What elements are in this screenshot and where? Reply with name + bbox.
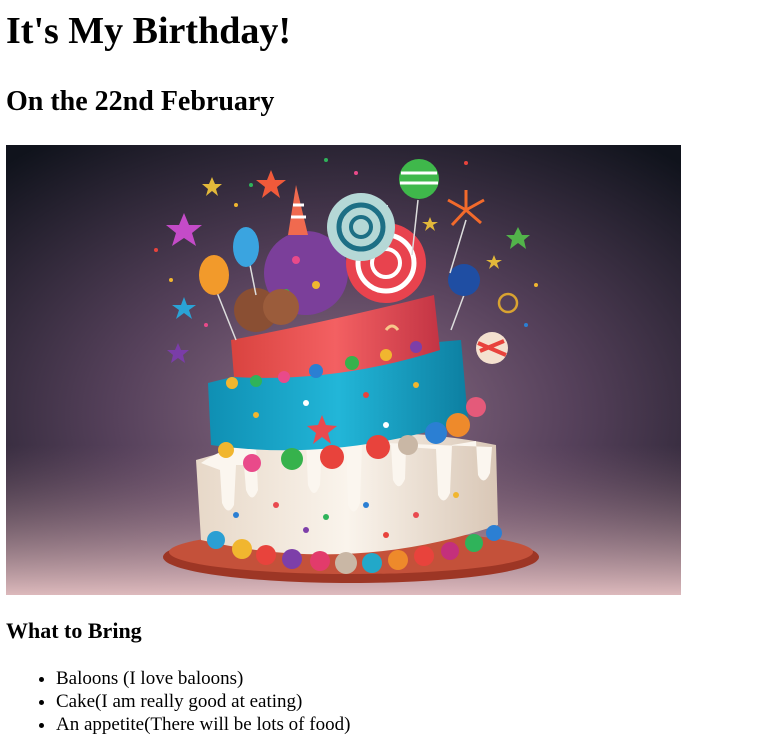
birthday-cake-image — [6, 145, 681, 595]
page-title: It's My Birthday! — [6, 10, 291, 52]
page-subtitle: On the 22nd February — [6, 86, 275, 117]
section-heading: What to Bring — [6, 618, 142, 643]
list-item: Baloons (I love baloons) — [56, 667, 763, 690]
list-item: Cake(I am really good at eating) — [56, 690, 763, 713]
bring-list: Baloons (I love baloons) Cake(I am reall… — [6, 667, 763, 736]
list-item: An appetite(There will be lots of food) — [56, 713, 763, 736]
